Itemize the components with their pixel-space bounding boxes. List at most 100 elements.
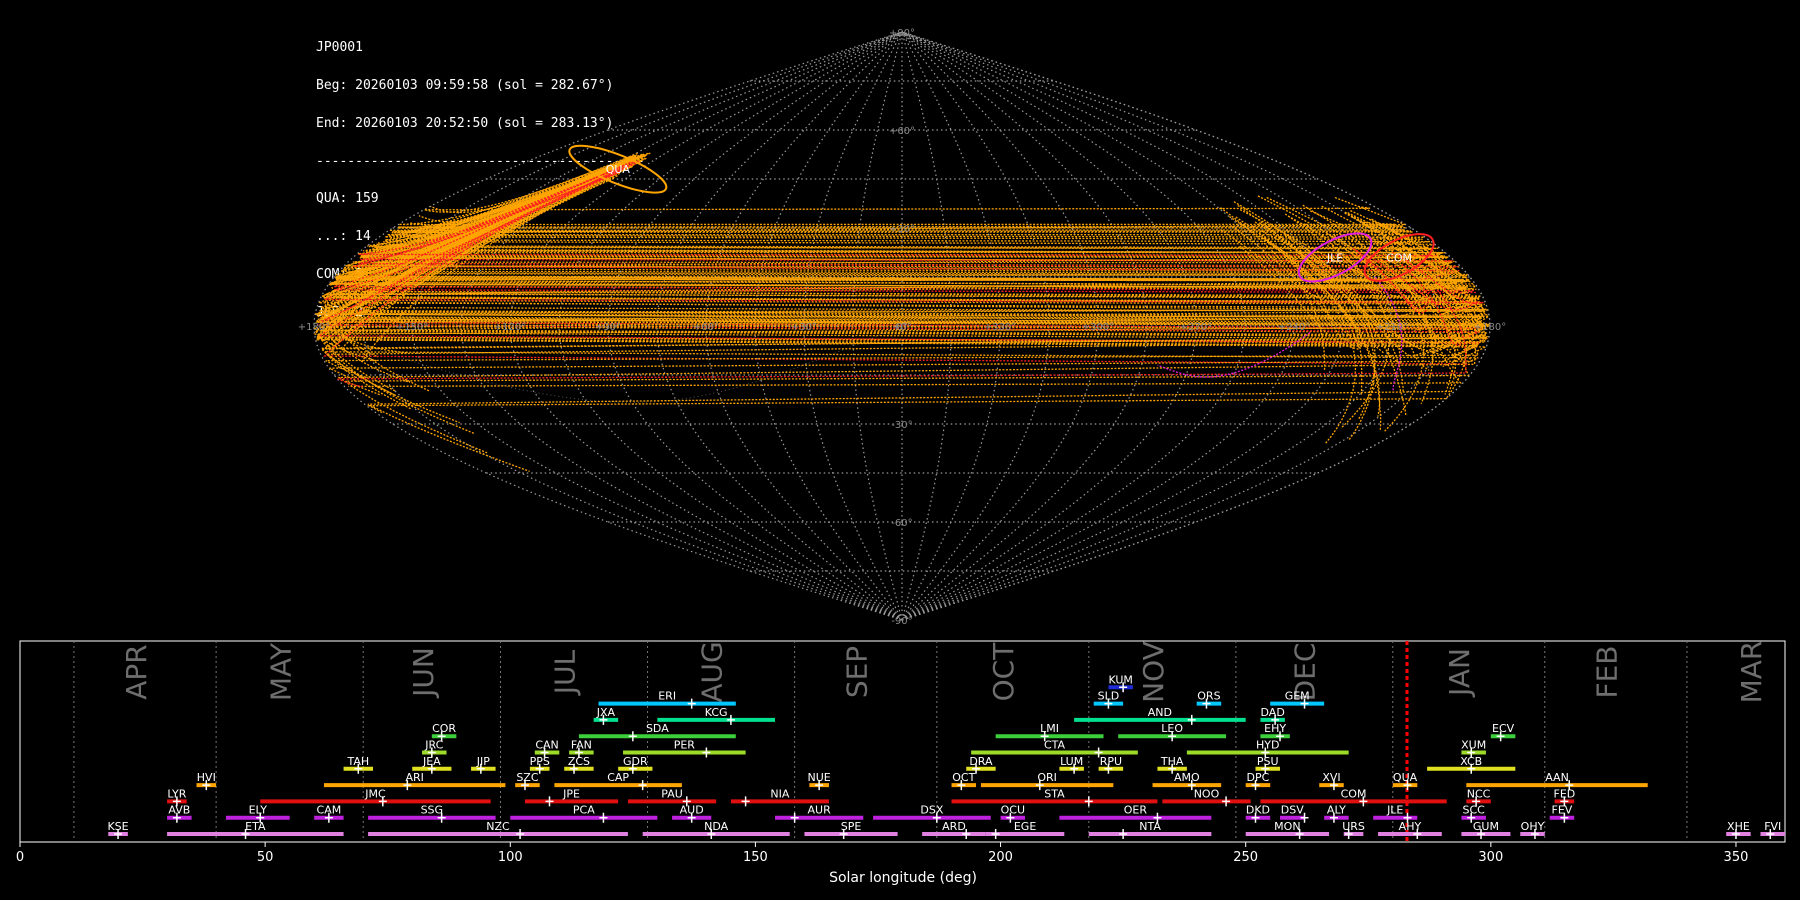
- month-label: AUG: [696, 641, 729, 702]
- shower-peak-marker: [628, 731, 637, 742]
- lat-label: -60°: [891, 518, 912, 529]
- x-tick-label: 350: [1724, 850, 1749, 865]
- shower-peak-marker: [256, 812, 265, 823]
- shower-label-oct: OCT: [952, 771, 975, 784]
- shower-peak-marker: [1187, 780, 1196, 791]
- shower-label-ocu: OCU: [1001, 804, 1025, 817]
- shower-peak-marker: [1467, 747, 1476, 758]
- shower-peak-marker: [1403, 812, 1412, 823]
- shower-label-tha: THA: [1160, 755, 1184, 768]
- shower-peak-marker: [1084, 796, 1093, 807]
- lat-label: +30°: [889, 224, 915, 235]
- shower-label-jpe: JPE: [562, 787, 580, 800]
- shower-label-ege: EGE: [1014, 820, 1036, 833]
- lon-label: +300°: [1082, 322, 1114, 333]
- shower-peak-marker: [932, 812, 941, 823]
- x-tick-label: 300: [1478, 850, 1503, 865]
- shower-label-nzc: NZC: [486, 820, 510, 833]
- month-label: FEB: [1591, 645, 1624, 698]
- lat-label: +90°: [889, 28, 915, 39]
- shower-label-jrc: JRC: [424, 739, 443, 752]
- shower-label-fan: FAN: [571, 739, 592, 752]
- month-label: DEC: [1288, 643, 1321, 702]
- shower-peak-marker: [437, 812, 446, 823]
- shower-label-aur: AUR: [808, 804, 832, 817]
- shower-label-ard: ARD: [942, 820, 966, 833]
- meteor-track: [322, 156, 1492, 334]
- shower-label-noo: NOO: [1194, 787, 1220, 800]
- x-tick-label: 250: [1233, 850, 1258, 865]
- shower-label-hyd: HYD: [1256, 739, 1279, 752]
- shower-peak-marker: [1104, 763, 1113, 774]
- shower-peak-marker: [535, 763, 544, 774]
- shower-peak-marker: [815, 780, 824, 791]
- radiant-label-jle: JLE: [1326, 251, 1343, 264]
- shower-label-jxa: JXA: [596, 706, 616, 719]
- shower-label-per: PER: [674, 739, 696, 752]
- shower-label-nda: NDA: [704, 820, 729, 833]
- shower-label-xcb: XCB: [1460, 755, 1482, 768]
- shower-label-oer: OER: [1124, 804, 1148, 817]
- meteor-track: [398, 156, 1396, 226]
- shower-label-kse: KSE: [107, 820, 128, 833]
- shower-peak-marker: [1731, 829, 1740, 839]
- shower-peak-marker: [790, 812, 799, 823]
- shower-label-gem: GEM: [1285, 690, 1310, 703]
- lon-label: +60°: [693, 322, 719, 333]
- shower-peak-marker: [1104, 698, 1113, 709]
- shower-label-tah: TAH: [346, 755, 369, 768]
- shower-label-dsx: DSX: [920, 804, 943, 817]
- x-tick-label: 100: [498, 850, 523, 865]
- shower-label-eta: ETA: [245, 820, 266, 833]
- shower-peak-marker: [1329, 780, 1338, 791]
- shower-peak-marker: [1119, 829, 1128, 839]
- shower-peak-marker: [1560, 812, 1569, 823]
- shower-label-urs: URS: [1342, 820, 1365, 833]
- shower-peak-marker: [628, 763, 637, 774]
- shower-peak-marker: [741, 796, 750, 807]
- shower-peak-marker: [687, 812, 696, 823]
- shower-label-cam: CAM: [317, 804, 342, 817]
- shower-peak-marker: [1300, 812, 1309, 823]
- shower-label-gum: GUM: [1473, 820, 1499, 833]
- shower-label-dad: DAD: [1261, 706, 1285, 719]
- shower-label-kum: KUM: [1108, 673, 1132, 686]
- shower-peak-marker: [574, 747, 583, 758]
- shower-peak-marker: [520, 780, 529, 791]
- shower-label-xvi: XVI: [1322, 771, 1340, 784]
- shower-label-kcg: KCG: [705, 706, 728, 719]
- shower-peak-marker: [1251, 812, 1260, 823]
- shower-peak-marker: [1222, 796, 1231, 807]
- radiant-label-qua: QUA: [606, 163, 631, 176]
- shower-label-psu: PSU: [1257, 755, 1279, 768]
- shower-label-pau: PAU: [661, 787, 683, 800]
- shower-peak-marker: [1300, 698, 1309, 709]
- meteor-track: [321, 157, 1476, 333]
- shower-label-scc: SCC: [1463, 804, 1486, 817]
- shower-label-xum: XUM: [1461, 739, 1486, 752]
- shower-peak-marker: [1251, 780, 1260, 791]
- lon-label: +270°: [1180, 322, 1212, 333]
- shower-label-ahy: AHY: [1399, 820, 1422, 833]
- shower-peak-marker: [1261, 747, 1270, 758]
- lon-label: +180°: [1474, 322, 1506, 333]
- shower-peak-marker: [570, 763, 579, 774]
- shower-label-fed: FED: [1554, 787, 1576, 800]
- sky-map-sinusoidal: QUACOMJLE +90°+60°+30°0°-30°-60°-90°+180…: [298, 28, 1506, 627]
- shower-label-fvi: FVI: [1764, 820, 1781, 833]
- shower-label-xhe: XHE: [1727, 820, 1750, 833]
- shower-label-aan: AAN: [1545, 771, 1569, 784]
- shower-peak-marker: [1413, 829, 1422, 839]
- shower-peak-marker: [991, 829, 1000, 839]
- shower-peak-marker: [1359, 796, 1368, 807]
- shower-peak-marker: [545, 796, 554, 807]
- shower-label-ely: ELY: [249, 804, 268, 817]
- shower-peak-marker: [1261, 763, 1270, 774]
- shower-peak-marker: [707, 829, 716, 839]
- shower-label-aud: AUD: [680, 804, 704, 817]
- shower-bars: KUM ERI SLD ORS GEM JXA KCG AND DAD COR SDA LMI LEO E…: [107, 673, 1785, 839]
- x-tick-label: 50: [257, 850, 274, 865]
- shower-peak-marker: [476, 763, 485, 774]
- shower-label-pps: PPS: [530, 755, 550, 768]
- shower-peak-marker: [1168, 731, 1177, 742]
